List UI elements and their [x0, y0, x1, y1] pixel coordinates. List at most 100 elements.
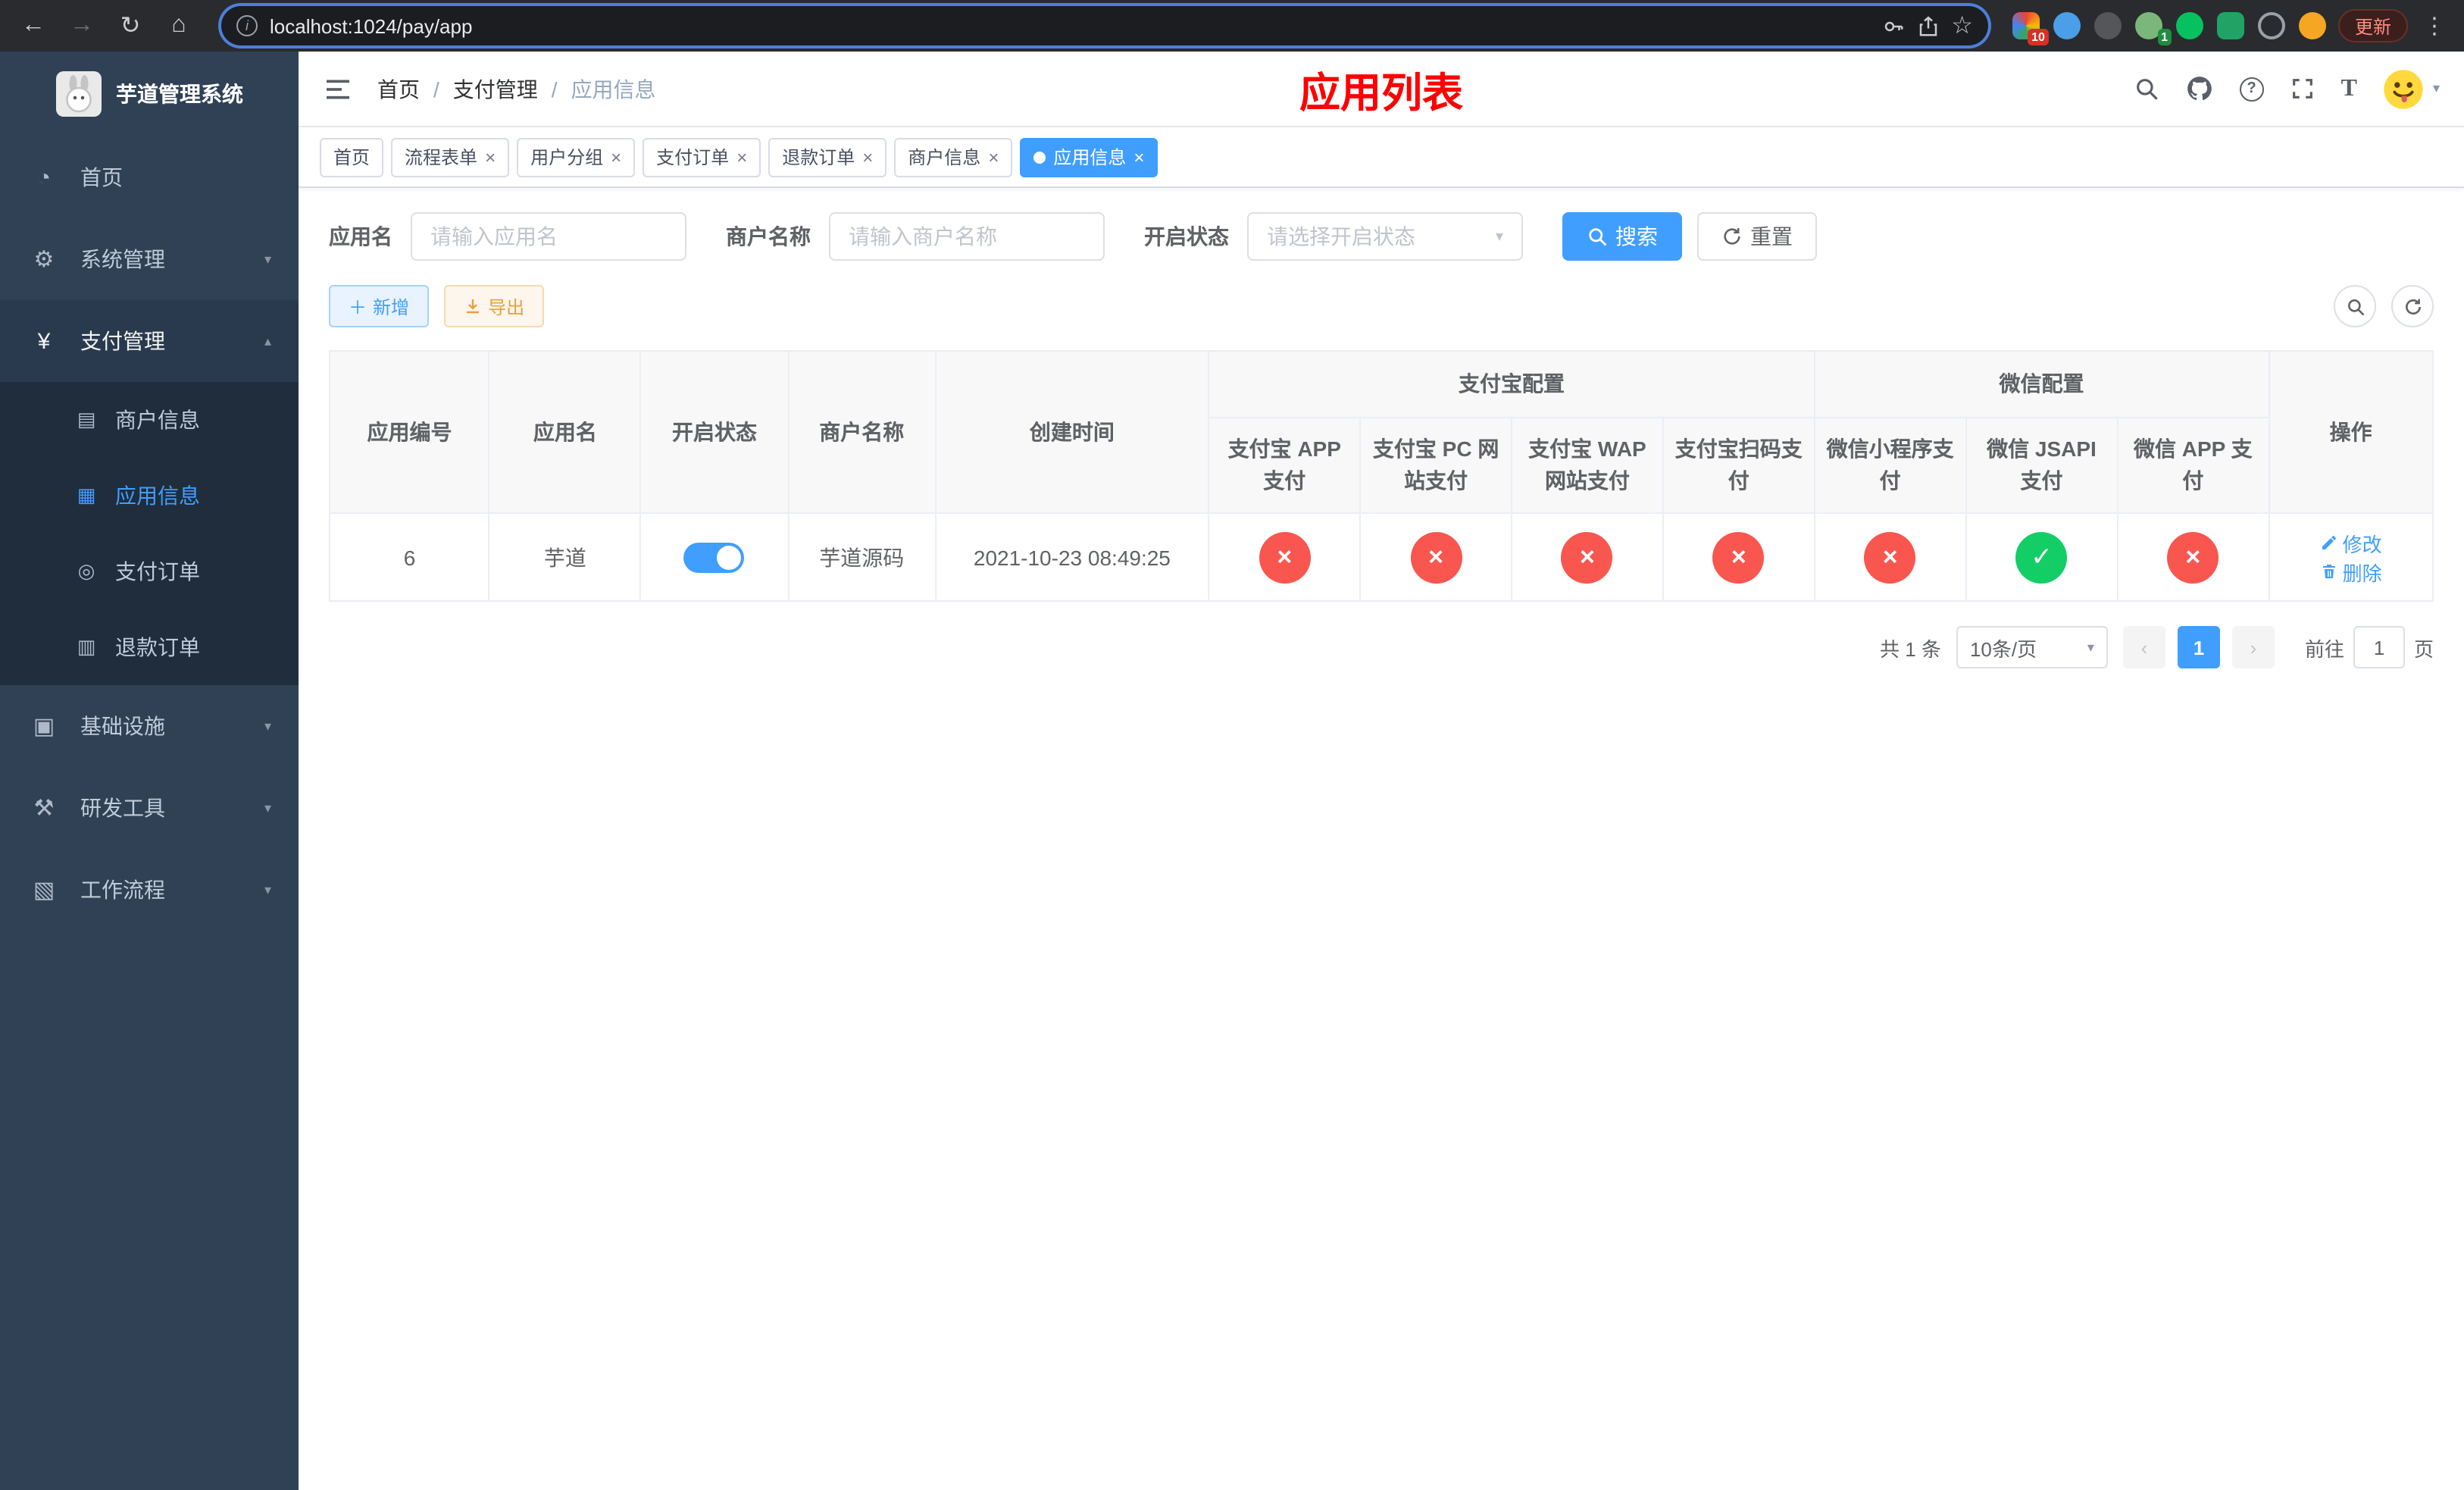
- extension-icon[interactable]: [2257, 12, 2285, 39]
- extension-icon[interactable]: 10: [2012, 12, 2049, 45]
- tab-pay-order[interactable]: 支付订单 ×: [643, 137, 761, 177]
- add-button[interactable]: ＋ 新增: [329, 285, 430, 327]
- tab-label: 流程表单: [405, 147, 478, 168]
- tab-label: 商户信息: [908, 147, 981, 168]
- extension-icon[interactable]: [2175, 12, 2203, 39]
- sidebar-item-pay-order[interactable]: ◎ 支付订单: [0, 534, 299, 609]
- export-button[interactable]: 导出: [444, 285, 545, 327]
- refresh-icon: [2405, 298, 2420, 314]
- chevron-down-icon: ▾: [2087, 639, 2094, 654]
- extension-icon[interactable]: [2053, 12, 2081, 39]
- chevron-down-icon: ▾: [264, 800, 271, 815]
- toggle-search-button[interactable]: [2334, 285, 2376, 327]
- tab-label: 支付订单: [656, 147, 730, 168]
- cell-created: 2021-10-23 08:49:25: [934, 512, 1210, 602]
- sidebar-item-refund-order[interactable]: ▥ 退款订单: [0, 609, 299, 685]
- refresh-table-button[interactable]: [2391, 285, 2434, 327]
- wx-app-status-icon: ×: [2167, 531, 2219, 583]
- font-size-icon[interactable]: T: [2341, 75, 2357, 102]
- reset-button[interactable]: 重置: [1697, 212, 1817, 261]
- browser-refresh-button[interactable]: ↻: [112, 8, 149, 44]
- tab-home[interactable]: 首页: [320, 137, 384, 177]
- pencil-icon: [2322, 536, 2336, 549]
- url-text[interactable]: localhost:1024/pay/app: [270, 14, 1869, 37]
- bookmark-star-icon[interactable]: ☆: [1951, 11, 1973, 41]
- browser-menu-icon[interactable]: ⋮: [2420, 12, 2449, 39]
- chevron-down-icon: ▾: [264, 251, 271, 266]
- sidebar-item-app-info[interactable]: ▦ 应用信息: [0, 458, 299, 534]
- github-icon[interactable]: [2185, 74, 2214, 103]
- close-icon[interactable]: ×: [736, 148, 747, 166]
- site-info-icon[interactable]: i: [236, 15, 258, 36]
- sidebar-item-home[interactable]: ◔ 首页: [0, 136, 299, 218]
- goto-page-input[interactable]: [2353, 626, 2405, 668]
- browser-back-button[interactable]: ←: [15, 8, 52, 44]
- delete-link-label: 删除: [2342, 562, 2382, 584]
- browser-forward-button[interactable]: →: [64, 8, 100, 44]
- browser-home-button[interactable]: ⌂: [161, 8, 197, 44]
- tab-user-group[interactable]: 用户分组 ×: [517, 137, 636, 177]
- app-name-input[interactable]: [411, 212, 686, 261]
- extension-icon[interactable]: [2216, 12, 2244, 39]
- close-icon[interactable]: ×: [1134, 148, 1144, 166]
- yen-icon: ¥: [37, 328, 51, 354]
- col-header-created: 创建时间: [934, 350, 1210, 514]
- close-icon[interactable]: ×: [862, 148, 873, 166]
- chevron-down-icon: ▾: [2432, 80, 2440, 95]
- sidebar-logo-row[interactable]: 芋道管理系统: [0, 52, 299, 136]
- status-select[interactable]: 请选择开启状态 ▾: [1247, 212, 1523, 261]
- chevron-up-icon: ▴: [264, 333, 271, 348]
- avatar-extension-icon[interactable]: [2298, 12, 2326, 39]
- help-icon[interactable]: ?: [2239, 77, 2264, 101]
- tab-merchant-info[interactable]: 商户信息 ×: [894, 137, 1013, 177]
- page-title: 应用列表: [1299, 70, 1463, 115]
- sidebar-item-payment[interactable]: ¥ 支付管理 ▴: [0, 300, 299, 382]
- password-key-icon[interactable]: [1881, 14, 1904, 37]
- search-button[interactable]: 搜索: [1562, 212, 1682, 261]
- tab-process-form[interactable]: 流程表单 ×: [391, 137, 510, 177]
- tab-app-info[interactable]: 应用信息 ×: [1020, 137, 1159, 177]
- edit-link[interactable]: 修改: [2320, 528, 2382, 557]
- sidebar-item-devtools[interactable]: ⚒ 研发工具 ▾: [0, 767, 299, 849]
- breadcrumb-home[interactable]: 首页: [377, 74, 420, 104]
- prev-page-button[interactable]: ‹: [2122, 626, 2165, 668]
- delete-link[interactable]: 删除: [2320, 557, 2382, 586]
- tab-refund-order[interactable]: 退款订单 ×: [768, 137, 887, 177]
- chrome-update-button[interactable]: 更新: [2337, 9, 2408, 42]
- merchant-name-input[interactable]: [829, 212, 1105, 261]
- extension-icon[interactable]: [2093, 12, 2122, 39]
- user-avatar[interactable]: ▾: [2383, 67, 2440, 110]
- close-icon[interactable]: ×: [988, 148, 999, 166]
- next-page-button[interactable]: ›: [2231, 626, 2275, 668]
- share-icon[interactable]: [1916, 14, 1939, 37]
- sidebar-item-label: 系统管理: [80, 247, 165, 271]
- status-toggle[interactable]: [683, 542, 745, 572]
- search-button-label: 搜索: [1615, 224, 1658, 249]
- sidebar-item-merchant-info[interactable]: ▤ 商户信息: [0, 382, 299, 458]
- close-icon[interactable]: ×: [485, 148, 496, 166]
- alipay-qr-status-icon: ×: [1712, 531, 1765, 583]
- sidebar-item-system[interactable]: ⚙ 系统管理 ▾: [0, 218, 299, 300]
- close-icon[interactable]: ×: [611, 148, 621, 166]
- page-size-select[interactable]: 10条/页 ▾: [1956, 626, 2108, 668]
- tab-label: 退款订单: [782, 147, 855, 168]
- col-group-wechat: 微信配置: [1813, 350, 2270, 418]
- sidebar-collapse-icon[interactable]: [323, 74, 353, 104]
- address-bar[interactable]: i localhost:1024/pay/app ☆: [221, 6, 1988, 45]
- current-page-button[interactable]: 1: [2177, 626, 2220, 668]
- sidebar-item-workflow[interactable]: ▧ 工作流程 ▾: [0, 849, 299, 931]
- plus-icon: ＋: [349, 296, 367, 318]
- search-icon[interactable]: [2134, 76, 2159, 102]
- sidebar-item-infrastructure[interactable]: ▣ 基础设施 ▾: [0, 685, 299, 767]
- breadcrumb-payment[interactable]: 支付管理: [453, 74, 538, 104]
- search-form: 应用名 商户名称 开启状态 请选择开启状态 ▾: [329, 212, 2434, 261]
- sidebar-item-label: 首页: [80, 165, 123, 189]
- infrastructure-icon: ▣: [33, 714, 55, 740]
- col-header-alipay-app: 支付宝 APP 支付: [1208, 417, 1362, 514]
- extension-icon[interactable]: 1: [2134, 12, 2172, 45]
- app-title: 芋道管理系统: [116, 82, 243, 106]
- payment-submenu: ▤ 商户信息 ▦ 应用信息 ◎ 支付订单 ▥ 退款订单: [0, 382, 299, 685]
- sidebar-item-label: 研发工具: [80, 796, 165, 820]
- sidebar-item-label: 支付管理: [80, 329, 165, 353]
- fullscreen-icon[interactable]: [2290, 76, 2315, 102]
